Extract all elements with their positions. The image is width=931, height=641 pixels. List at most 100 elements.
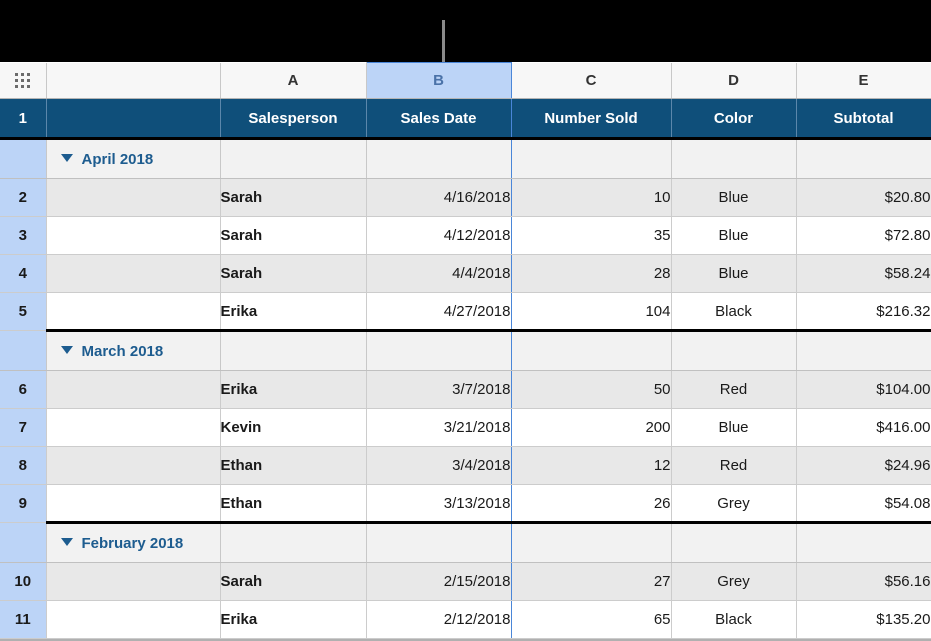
cell-color[interactable]: Grey <box>671 484 797 523</box>
triangle-down-icon[interactable] <box>60 153 73 162</box>
category-empty-cell-d[interactable] <box>671 329 797 371</box>
cell-category-spacer[interactable] <box>46 216 221 255</box>
cell-number-sold[interactable]: 104 <box>511 292 672 331</box>
cell-color[interactable]: Red <box>671 370 797 409</box>
cell-color[interactable]: Red <box>671 446 797 485</box>
row-number-2[interactable]: 2 <box>0 178 47 217</box>
row-number-1[interactable]: 1 <box>0 98 47 140</box>
cell-salesperson[interactable]: Sarah <box>220 178 367 217</box>
triangle-down-icon[interactable] <box>60 537 73 546</box>
cell-subtotal[interactable]: $72.80 <box>796 216 931 255</box>
column-header-e[interactable]: E <box>796 62 931 99</box>
cell-salesperson[interactable]: Sarah <box>220 254 367 293</box>
cell-number-sold[interactable]: 12 <box>511 446 672 485</box>
category-label-cell[interactable]: March 2018 <box>46 329 221 371</box>
cell-subtotal[interactable]: $416.00 <box>796 408 931 447</box>
category-empty-cell-a[interactable] <box>220 329 367 371</box>
row-number-6[interactable]: 6 <box>0 370 47 409</box>
cell-sales-date[interactable]: 4/16/2018 <box>365 178 512 217</box>
row-number-8[interactable]: 8 <box>0 446 47 485</box>
column-header-d[interactable]: D <box>671 62 797 99</box>
cell-sales-date[interactable]: 3/13/2018 <box>365 484 512 523</box>
cell-salesperson[interactable]: Erika <box>220 600 367 639</box>
column-header-a[interactable]: A <box>220 62 367 99</box>
cell-color[interactable]: Blue <box>671 216 797 255</box>
cell-color[interactable]: Black <box>671 600 797 639</box>
cell-salesperson[interactable]: Sarah <box>220 216 367 255</box>
cell-color[interactable]: Grey <box>671 562 797 601</box>
cell-color[interactable]: Blue <box>671 254 797 293</box>
cell-number-sold[interactable]: 28 <box>511 254 672 293</box>
cell-salesperson[interactable]: Ethan <box>220 446 367 485</box>
cell-subtotal[interactable]: $56.16 <box>796 562 931 601</box>
cell-salesperson[interactable]: Sarah <box>220 562 367 601</box>
cell-category-spacer[interactable] <box>46 178 221 217</box>
category-empty-cell-a[interactable] <box>220 138 367 179</box>
cell-subtotal[interactable]: $58.24 <box>796 254 931 293</box>
cell-category-spacer[interactable] <box>46 484 221 523</box>
column-header-b[interactable]: B <box>365 62 512 99</box>
cell-category-spacer[interactable] <box>46 562 221 601</box>
cell-category-spacer[interactable] <box>46 292 221 331</box>
category-label-cell[interactable]: April 2018 <box>46 138 221 179</box>
row-number-7[interactable]: 7 <box>0 408 47 447</box>
cell-color[interactable]: Blue <box>671 178 797 217</box>
category-empty-cell-b[interactable] <box>365 138 512 179</box>
cell-subtotal[interactable]: $20.80 <box>796 178 931 217</box>
category-empty-cell-d[interactable] <box>671 138 797 179</box>
cell-category-spacer[interactable] <box>46 254 221 293</box>
column-header-c[interactable]: C <box>511 62 672 99</box>
category-row-gutter[interactable]: . <box>0 522 47 563</box>
cell-sales-date[interactable]: 3/7/2018 <box>365 370 512 409</box>
cell-number-sold[interactable]: 10 <box>511 178 672 217</box>
cell-subtotal[interactable]: $104.00 <box>796 370 931 409</box>
category-empty-cell-d[interactable] <box>671 521 797 563</box>
cell-subtotal[interactable]: $216.32 <box>796 292 931 331</box>
cell-sales-date[interactable]: 3/4/2018 <box>365 446 512 485</box>
category-empty-cell-e[interactable] <box>796 521 931 563</box>
cell-salesperson[interactable]: Kevin <box>220 408 367 447</box>
cell-number-sold[interactable]: 27 <box>511 562 672 601</box>
row-number-9[interactable]: 9 <box>0 484 47 523</box>
cell-number-sold[interactable]: 200 <box>511 408 672 447</box>
category-label-cell[interactable]: February 2018 <box>46 521 221 563</box>
cell-subtotal[interactable]: $24.96 <box>796 446 931 485</box>
grid-handle-cell[interactable] <box>0 62 47 99</box>
category-empty-cell-c[interactable] <box>511 329 672 371</box>
category-empty-cell-b[interactable] <box>365 521 512 563</box>
cell-category-spacer[interactable] <box>46 408 221 447</box>
category-empty-cell-b[interactable] <box>365 329 512 371</box>
cell-salesperson[interactable]: Ethan <box>220 484 367 523</box>
cell-category-spacer[interactable] <box>46 600 221 639</box>
cell-number-sold[interactable]: 26 <box>511 484 672 523</box>
cell-number-sold[interactable]: 35 <box>511 216 672 255</box>
cell-sales-date[interactable]: 2/15/2018 <box>365 562 512 601</box>
cell-category-spacer[interactable] <box>46 370 221 409</box>
cell-color[interactable]: Blue <box>671 408 797 447</box>
cell-subtotal[interactable]: $135.20 <box>796 600 931 639</box>
category-empty-cell-e[interactable] <box>796 329 931 371</box>
category-row-gutter[interactable]: . <box>0 138 47 179</box>
cell-sales-date[interactable]: 4/12/2018 <box>365 216 512 255</box>
cell-subtotal[interactable]: $54.08 <box>796 484 931 523</box>
cell-salesperson[interactable]: Erika <box>220 292 367 331</box>
row-number-10[interactable]: 10 <box>0 562 47 601</box>
cell-salesperson[interactable]: Erika <box>220 370 367 409</box>
cell-number-sold[interactable]: 65 <box>511 600 672 639</box>
category-empty-cell-e[interactable] <box>796 138 931 179</box>
row-number-3[interactable]: 3 <box>0 216 47 255</box>
cell-color[interactable]: Black <box>671 292 797 331</box>
row-number-4[interactable]: 4 <box>0 254 47 293</box>
cell-sales-date[interactable]: 2/12/2018 <box>365 600 512 639</box>
cell-sales-date[interactable]: 4/4/2018 <box>365 254 512 293</box>
cell-category-spacer[interactable] <box>46 446 221 485</box>
cell-number-sold[interactable]: 50 <box>511 370 672 409</box>
row-number-11[interactable]: 11 <box>0 600 47 639</box>
category-empty-cell-a[interactable] <box>220 521 367 563</box>
cell-sales-date[interactable]: 3/21/2018 <box>365 408 512 447</box>
category-row-gutter[interactable]: . <box>0 330 47 371</box>
row-number-5[interactable]: 5 <box>0 292 47 331</box>
triangle-down-icon[interactable] <box>60 345 73 354</box>
cell-sales-date[interactable]: 4/27/2018 <box>365 292 512 331</box>
category-empty-cell-c[interactable] <box>511 521 672 563</box>
